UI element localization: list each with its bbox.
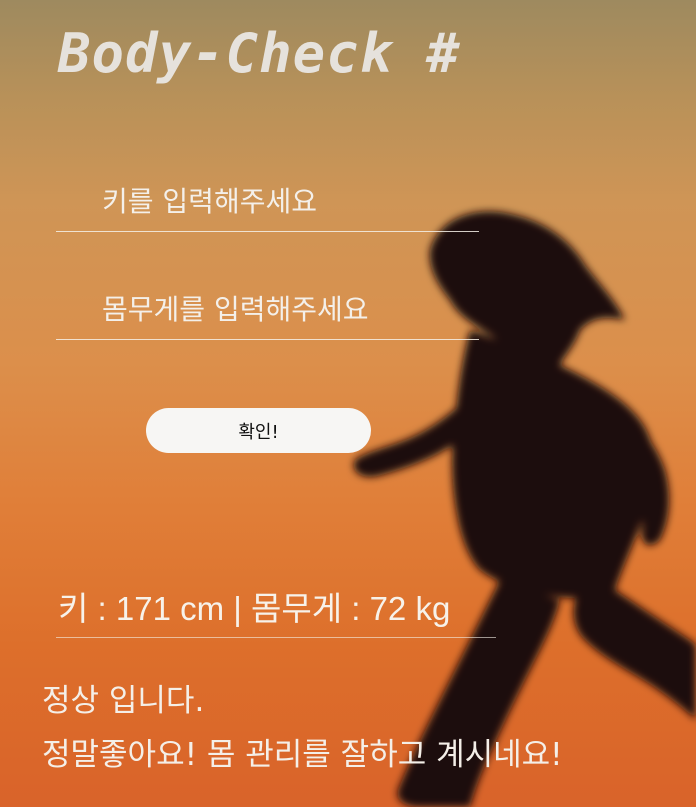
confirm-button[interactable]: 확인!: [146, 408, 371, 453]
status-line-1: 정상 입니다.: [42, 683, 205, 719]
weight-input[interactable]: 몸무게를 입력해주세요: [56, 284, 479, 340]
weight-input-placeholder: 몸무게를 입력해주세요: [102, 293, 369, 326]
height-input-placeholder: 키를 입력해주세요: [102, 185, 317, 218]
result-summary-text: 키 : 171 cm | 몸무게 : 72 kg: [58, 590, 451, 627]
status-message: 정상 입니다. 정말좋아요! 몸 관리를 잘하고 계시네요!: [42, 680, 563, 788]
height-input[interactable]: 키를 입력해주세요: [56, 176, 479, 232]
status-line-2: 정말좋아요! 몸 관리를 잘하고 계시네요!: [42, 737, 563, 773]
result-summary: 키 : 171 cm | 몸무게 : 72 kg: [56, 578, 496, 638]
app-title: Body-Check #: [58, 22, 461, 85]
